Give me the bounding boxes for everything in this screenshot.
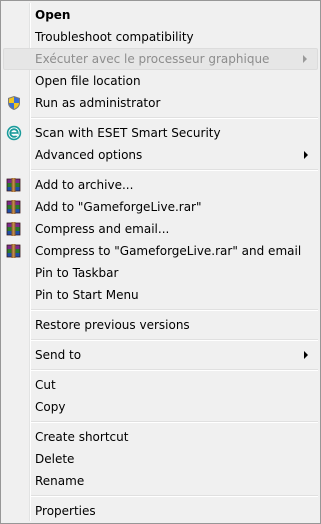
menu-item-advanced-options[interactable]: Advanced options bbox=[3, 144, 318, 166]
menu-item-copy[interactable]: Copy bbox=[3, 396, 318, 418]
menu-item-compress-to-rar-and-email[interactable]: Compress to "GameforgeLive.rar" and emai… bbox=[3, 240, 318, 262]
winrar-icon bbox=[6, 243, 22, 259]
menu-separator bbox=[31, 309, 318, 311]
uac-shield-icon bbox=[6, 95, 22, 111]
menu-item-properties[interactable]: Properties bbox=[3, 500, 318, 522]
submenu-arrow-icon bbox=[304, 151, 308, 159]
menu-item-label: Scan with ESET Smart Security bbox=[35, 126, 221, 140]
menu-item-run-with-graphics-processor[interactable]: Exécuter avec le processeur graphique bbox=[3, 48, 318, 70]
menu-item-label: Open file location bbox=[35, 74, 141, 88]
menu-item-send-to[interactable]: Send to bbox=[3, 344, 318, 366]
menu-item-label: Pin to Start Menu bbox=[35, 288, 139, 302]
menu-item-label: Send to bbox=[35, 348, 82, 362]
menu-item-rename[interactable]: Rename bbox=[3, 470, 318, 492]
menu-item-label: Delete bbox=[35, 452, 75, 466]
menu-item-run-as-administrator[interactable]: Run as administrator bbox=[3, 92, 318, 114]
menu-item-label: Add to "GameforgeLive.rar" bbox=[35, 200, 202, 214]
menu-item-label: Exécuter avec le processeur graphique bbox=[35, 52, 270, 66]
menu-item-label: Compress and email... bbox=[35, 222, 170, 236]
menu-separator bbox=[31, 495, 318, 497]
menu-item-label: Troubleshoot compatibility bbox=[35, 30, 194, 44]
menu-separator bbox=[31, 117, 318, 119]
winrar-icon bbox=[6, 199, 22, 215]
menu-item-add-to-archive[interactable]: Add to archive... bbox=[3, 174, 318, 196]
menu-item-label: Restore previous versions bbox=[35, 318, 190, 332]
menu-item-label: Pin to Taskbar bbox=[35, 266, 119, 280]
menu-separator bbox=[31, 369, 318, 371]
menu-item-compress-and-email[interactable]: Compress and email... bbox=[3, 218, 318, 240]
menu-item-cut[interactable]: Cut bbox=[3, 374, 318, 396]
menu-item-open-file-location[interactable]: Open file location bbox=[3, 70, 318, 92]
menu-item-label: Run as administrator bbox=[35, 96, 161, 110]
submenu-arrow-icon bbox=[304, 351, 308, 359]
menu-item-label: Properties bbox=[35, 504, 96, 518]
menu-item-open[interactable]: Open bbox=[3, 4, 318, 26]
menu-item-add-to-rar[interactable]: Add to "GameforgeLive.rar" bbox=[3, 196, 318, 218]
menu-item-pin-to-start-menu[interactable]: Pin to Start Menu bbox=[3, 284, 318, 306]
menu-item-pin-to-taskbar[interactable]: Pin to Taskbar bbox=[3, 262, 318, 284]
menu-item-troubleshoot-compatibility[interactable]: Troubleshoot compatibility bbox=[3, 26, 318, 48]
menu-item-label: Add to archive... bbox=[35, 178, 134, 192]
menu-item-label: Copy bbox=[35, 400, 66, 414]
menu-separator bbox=[31, 169, 318, 171]
winrar-icon bbox=[6, 177, 22, 193]
winrar-icon bbox=[6, 221, 22, 237]
menu-item-label: Create shortcut bbox=[35, 430, 129, 444]
submenu-arrow-icon bbox=[303, 55, 307, 63]
menu-item-scan-eset[interactable]: Scan with ESET Smart Security bbox=[3, 122, 318, 144]
menu-separator bbox=[31, 339, 318, 341]
menu-item-label: Compress to "GameforgeLive.rar" and emai… bbox=[35, 244, 302, 258]
menu-item-delete[interactable]: Delete bbox=[3, 448, 318, 470]
eset-icon bbox=[6, 125, 22, 141]
menu-item-label: Cut bbox=[35, 378, 56, 392]
menu-item-label: Open bbox=[35, 8, 71, 22]
menu-separator bbox=[31, 421, 318, 423]
context-menu: Open Troubleshoot compatibility Exécuter… bbox=[0, 0, 321, 524]
menu-item-label: Advanced options bbox=[35, 148, 143, 162]
menu-item-create-shortcut[interactable]: Create shortcut bbox=[3, 426, 318, 448]
menu-item-label: Rename bbox=[35, 474, 85, 488]
menu-item-restore-previous-versions[interactable]: Restore previous versions bbox=[3, 314, 318, 336]
